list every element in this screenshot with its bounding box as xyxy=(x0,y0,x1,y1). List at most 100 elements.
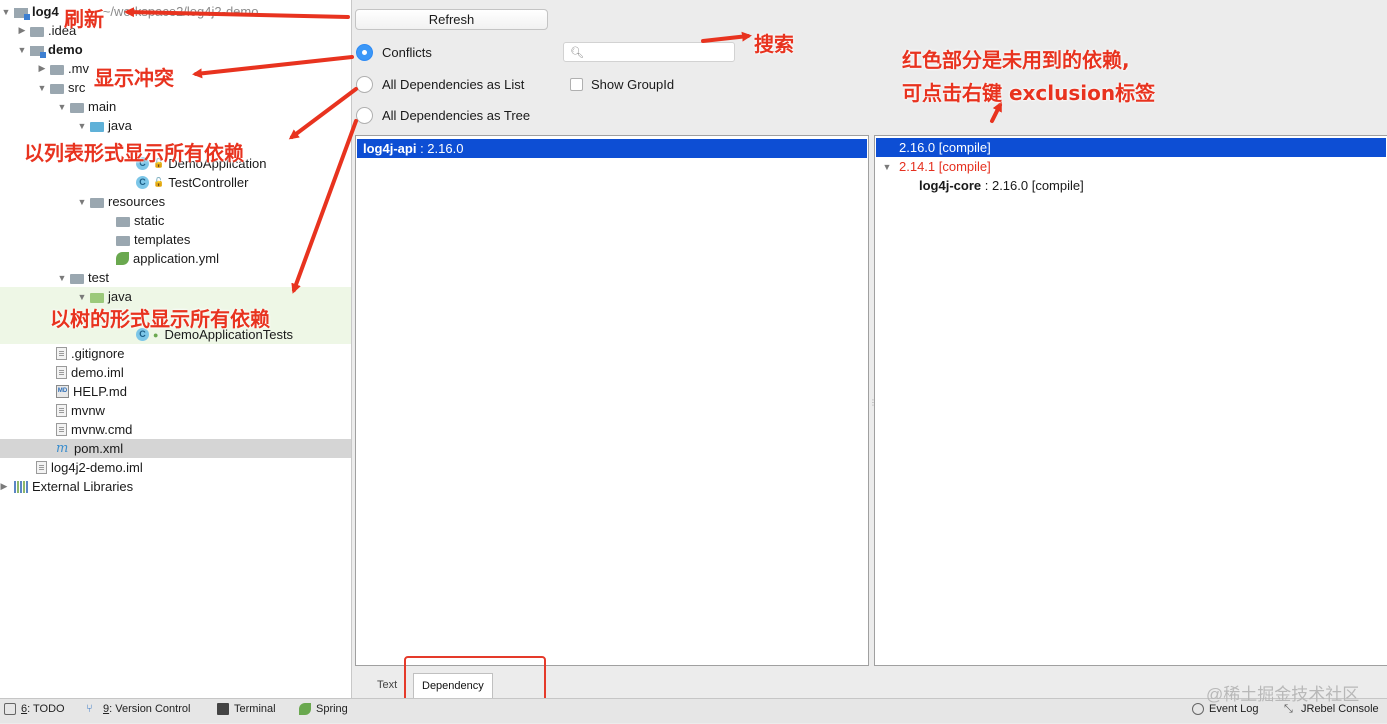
tree-item-test[interactable]: ▼ test xyxy=(0,268,351,287)
iml-file-icon xyxy=(56,366,67,379)
watermark: @稀土掘金技术社区 xyxy=(1206,685,1360,704)
tree-item-mvn[interactable]: ▶ .mv xyxy=(0,59,351,78)
dependency-tree-panel[interactable]: 2.16.0 [compile] ▼ 2.14.1 [compile] log4… xyxy=(874,135,1387,666)
status-label: Terminal xyxy=(234,703,276,715)
text-file-icon xyxy=(56,423,67,436)
annotation-unused-line1: 红色部分是未用到的依赖, xyxy=(902,48,1130,72)
radio-all-list[interactable]: All Dependencies as List xyxy=(356,74,524,94)
tree-item-label: test xyxy=(88,270,109,285)
tree-item-external-libraries[interactable]: ▶ External Libraries xyxy=(0,477,351,496)
tree-item-gitignore[interactable]: .gitignore xyxy=(0,344,351,363)
status-label: : TODO xyxy=(27,703,65,715)
tree-item-label: resources xyxy=(108,194,166,209)
chevron-down-icon[interactable]: ▼ xyxy=(16,45,28,55)
tree-item-main[interactable]: ▼ main xyxy=(0,97,351,116)
maven-icon: m xyxy=(56,441,69,456)
radio-conflicts[interactable]: Conflicts xyxy=(356,42,432,62)
terminal-icon xyxy=(217,703,229,715)
status-spring[interactable]: Spring xyxy=(299,703,348,715)
tree-item-mvnw-cmd[interactable]: mvnw.cmd xyxy=(0,420,351,439)
spring-icon xyxy=(299,703,311,715)
search-input[interactable] xyxy=(588,44,732,60)
tree-item-demo-iml[interactable]: demo.iml xyxy=(0,363,351,382)
class-icon: C xyxy=(136,176,149,189)
tree-item-test-controller[interactable]: C 🔓 TestController xyxy=(0,173,351,192)
test-folder-icon xyxy=(90,292,104,303)
tree-item-label: templates xyxy=(134,232,191,247)
tree-item-demo[interactable]: ▼ demo xyxy=(0,40,351,59)
tree-item-label: External Libraries xyxy=(32,479,134,494)
chevron-down-icon[interactable]: ▼ xyxy=(76,121,88,131)
tree-item-label: HELP.md xyxy=(73,384,127,399)
source-folder-icon xyxy=(90,121,104,132)
chevron-down-icon[interactable]: ▼ xyxy=(76,197,88,207)
annotation-highlight-box xyxy=(404,656,546,704)
tree-item-label: demo.iml xyxy=(71,365,124,380)
folder-icon xyxy=(50,64,64,75)
artifact-name: log4j-api xyxy=(363,141,417,156)
chevron-right-icon[interactable]: ▶ xyxy=(0,481,8,492)
tree-item-java[interactable]: ▼ java xyxy=(0,116,351,135)
annotation-conflicts: 显示冲突 xyxy=(94,66,174,90)
radio-all-tree[interactable]: All Dependencies as Tree xyxy=(356,105,530,125)
tab-text[interactable]: Text xyxy=(369,673,405,698)
tree-item-static[interactable]: static xyxy=(0,211,351,230)
tree-item-label: .gitignore xyxy=(71,346,125,361)
arrow-unused xyxy=(990,101,1002,123)
tree-item-log4j2-demo-iml[interactable]: log4j2-demo.iml xyxy=(0,458,351,477)
tree-item-label: application.yml xyxy=(133,251,219,266)
tree-node-child[interactable]: log4j-core : 2.16.0 [compile] xyxy=(876,176,1386,195)
tree-item-resources[interactable]: ▼ resources xyxy=(0,192,351,211)
tree-item-templates[interactable]: templates xyxy=(0,230,351,249)
status-todo[interactable]: 6: TODO xyxy=(4,703,65,715)
refresh-button[interactable]: Refresh xyxy=(355,9,548,30)
tree-item-help-md[interactable]: MD HELP.md xyxy=(0,382,351,401)
radio-icon[interactable] xyxy=(356,106,373,124)
status-version-control[interactable]: ⑂ 9: Version Control xyxy=(86,703,190,715)
chevron-down-icon[interactable]: ▼ xyxy=(36,83,48,93)
chevron-down-icon[interactable]: ▼ xyxy=(56,273,68,283)
chevron-down-icon[interactable]: ▼ xyxy=(0,7,12,17)
chevron-down-icon[interactable]: ▼ xyxy=(56,102,68,112)
tree-node-selected[interactable]: 2.16.0 [compile] xyxy=(876,138,1386,157)
tree-item-idea[interactable]: ▶ .idea xyxy=(0,21,351,40)
tree-item-mvnw[interactable]: mvnw xyxy=(0,401,351,420)
chevron-right-icon[interactable]: ▶ xyxy=(36,63,48,74)
radio-icon[interactable] xyxy=(356,75,373,93)
lock-icon: 🔓 xyxy=(153,177,165,187)
tree-item-label: main xyxy=(88,99,117,114)
tree-item-pom-xml[interactable]: m pom.xml xyxy=(0,439,351,458)
checkbox-icon[interactable] xyxy=(570,77,583,91)
annotation-unused-line2: 可点击右键 exclusion标签 xyxy=(902,81,1156,105)
tree-item-label: demo xyxy=(48,42,83,57)
chevron-down-icon[interactable]: ▼ xyxy=(76,292,88,302)
search-icon[interactable]: 🔍︎ xyxy=(570,46,584,59)
radio-label: All Dependencies as List xyxy=(382,76,525,92)
search-box[interactable]: 🔍︎ xyxy=(563,42,735,62)
artifact-version: : 2.16.0 [compile] xyxy=(981,178,1084,193)
tree-node-conflict[interactable]: ▼ 2.14.1 [compile] xyxy=(876,157,1386,176)
chevron-right-icon[interactable]: ▶ xyxy=(16,25,28,36)
dependency-list-panel[interactable]: log4j-api : 2.16.0 xyxy=(355,135,869,666)
status-bar: 6: TODO ⑂ 9: Version Control Terminal Sp… xyxy=(0,698,1387,723)
checkbox-label: Show GroupId xyxy=(591,76,675,92)
folder-icon xyxy=(70,102,84,113)
annotation-refresh: 刷新 xyxy=(64,7,104,31)
radio-label: Conflicts xyxy=(382,44,432,60)
annotation-tree: 以树的形式显示所有依赖 xyxy=(50,307,270,331)
tree-node-label: 2.14.1 [compile] xyxy=(899,159,991,174)
tree-item-label: src xyxy=(68,80,86,95)
show-groupid-checkbox[interactable]: Show GroupId xyxy=(570,75,674,93)
folder-icon xyxy=(30,26,44,37)
tree-root[interactable]: ▼ log4 ~/workspace2/log4j2-demo xyxy=(0,2,351,21)
event-log-icon xyxy=(1192,703,1204,715)
tree-item-label: .mv xyxy=(68,61,89,76)
radio-selected-icon[interactable] xyxy=(356,43,373,61)
todo-icon xyxy=(4,703,16,715)
tree-item-src[interactable]: ▼ src xyxy=(0,78,351,97)
status-terminal[interactable]: Terminal xyxy=(217,703,276,715)
project-tree-panel: ▼ log4 ~/workspace2/log4j2-demo ▶ .idea … xyxy=(0,0,352,698)
tree-item-application-yml[interactable]: application.yml xyxy=(0,249,351,268)
chevron-down-icon[interactable]: ▼ xyxy=(881,162,893,172)
dependency-list-item[interactable]: log4j-api : 2.16.0 xyxy=(357,139,867,158)
